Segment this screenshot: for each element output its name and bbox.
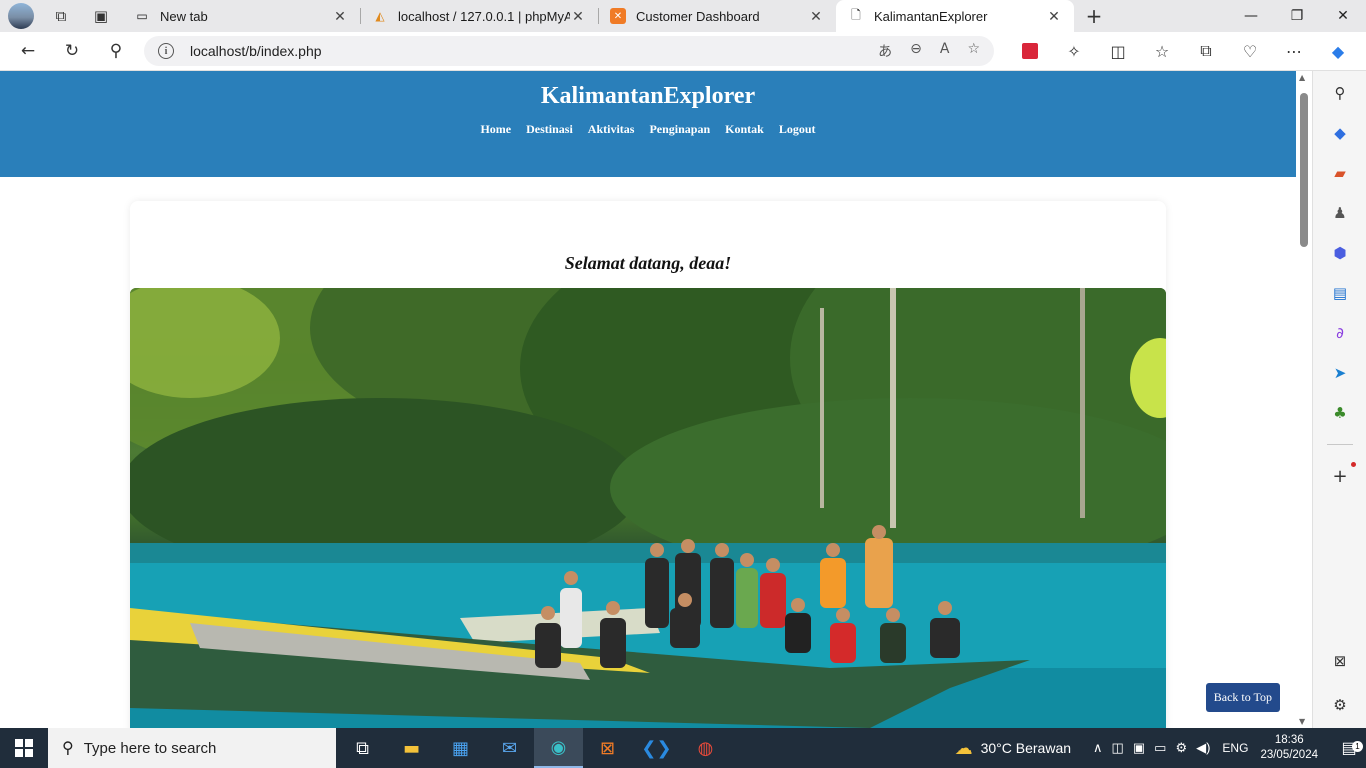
restore-icon[interactable]: ❐ (1274, 0, 1320, 32)
close-icon[interactable]: ✕ (1046, 8, 1062, 25)
vscode-icon[interactable]: ❮❯ (632, 728, 681, 768)
hero-image (130, 288, 1166, 728)
extensions-icon[interactable]: ✧ (1052, 32, 1096, 71)
windows-taskbar: ⚲ Type here to search ⧉ ▬ ▦ ✉ ◉ ⊠ ❮❯ ◍ ☁… (0, 728, 1366, 768)
close-icon[interactable]: ✕ (570, 8, 586, 25)
file-explorer-icon[interactable]: ▬ (387, 728, 436, 768)
hero-illustration (130, 288, 1166, 728)
search-icon: ⚲ (62, 740, 74, 757)
nav-kontak[interactable]: Kontak (725, 122, 764, 137)
scrollbar-thumb[interactable] (1300, 93, 1308, 247)
clock[interactable]: 18:36 23/05/2024 (1260, 733, 1318, 763)
sidebar-divider (1327, 444, 1353, 445)
translate-icon[interactable]: あ (878, 41, 892, 61)
search-icon[interactable]: ⚲ (94, 32, 138, 71)
hide-sidebar-icon[interactable]: ⊠ (1330, 651, 1350, 671)
shopping-tag-icon[interactable]: ◆ (1330, 123, 1350, 143)
favorite-star-icon[interactable]: ☆ (967, 41, 980, 61)
tab-customer-dashboard[interactable]: ✕ Customer Dashboard ✕ (598, 0, 836, 32)
back-to-top-button[interactable]: Back to Top (1205, 683, 1280, 712)
taskbar-search-box[interactable]: ⚲ Type here to search (48, 728, 336, 768)
sidebar-search-icon[interactable]: ⚲ (1330, 83, 1350, 103)
notification-center-icon[interactable]: ▤ 1 (1332, 738, 1366, 758)
site-nav: Home Destinasi Aktivitas Penginapan Kont… (0, 122, 1296, 137)
scroll-up-arrow-icon[interactable]: ▲ (1299, 73, 1305, 82)
page-icon: 🗋 (851, 7, 861, 22)
show-hidden-icons-icon[interactable]: ∧ (1093, 740, 1103, 756)
site-title: KalimantanExplorer (540, 83, 756, 109)
address-bar: ← ↻ ⚲ i localhost/b/index.php あ ⊖ A ☆ ✧ … (0, 32, 1366, 71)
xampp-taskbar-icon[interactable]: ⊠ (583, 728, 632, 768)
display-icon[interactable]: ▣ (1133, 740, 1145, 756)
xampp-icon: ✕ (610, 8, 626, 24)
zoom-out-icon[interactable]: ⊖ (910, 41, 922, 61)
page-viewport: KalimantanExplorer Home Destinasi Aktivi… (0, 71, 1296, 728)
sidebar-settings-icon[interactable]: ⚙ (1330, 695, 1350, 715)
add-sidebar-app-icon[interactable]: + (1330, 466, 1350, 487)
close-icon[interactable]: ✕ (808, 8, 824, 25)
tree-icon[interactable]: ♣ (1330, 403, 1350, 423)
meet-now-icon[interactable]: ◫ (1112, 740, 1124, 756)
refresh-icon[interactable]: ↻ (50, 32, 94, 71)
extension-red-icon[interactable] (1008, 32, 1052, 71)
tab-actions-icon[interactable]: ▣ (88, 3, 114, 29)
minimize-icon[interactable]: — (1228, 0, 1274, 32)
site-header: KalimantanExplorer Home Destinasi Aktivi… (0, 71, 1296, 177)
welcome-card: Selamat datang, deaa! (130, 201, 1166, 728)
tools-icon[interactable]: ▰ (1330, 163, 1350, 183)
nav-penginapan[interactable]: Penginapan (649, 122, 710, 137)
window-close-icon[interactable]: ✕ (1320, 0, 1366, 32)
copilot-icon[interactable]: ◆ (1316, 32, 1360, 71)
profile-avatar[interactable] (8, 3, 34, 29)
telegram-icon[interactable]: ➤ (1330, 363, 1350, 383)
tab-new-tab[interactable]: ▭ New tab ✕ (122, 0, 360, 32)
tab-phpmyadmin[interactable]: ◭ localhost / 127.0.0.1 | phpMyAdmin ✕ (360, 0, 598, 32)
browser-tab-bar: ⧉ ▣ ▭ New tab ✕ ◭ localhost / 127.0.0.1 … (0, 0, 1366, 32)
notification-count-badge: 1 (1352, 741, 1363, 752)
language-indicator[interactable]: ENG (1222, 741, 1248, 755)
favorites-icon[interactable]: ☆ (1140, 32, 1184, 71)
new-tab-icon: ▭ (136, 9, 148, 23)
outlook-icon[interactable]: ▤ (1330, 283, 1350, 303)
designer-icon[interactable]: ∂ (1330, 323, 1350, 343)
mail-icon[interactable]: ✉ (485, 728, 534, 768)
start-button[interactable] (0, 728, 48, 768)
collections-toolbar-icon[interactable]: ⧉ (1184, 32, 1228, 71)
scroll-down-arrow-icon[interactable]: ▼ (1299, 717, 1305, 726)
new-tab-button[interactable]: + (1074, 0, 1114, 32)
microsoft-store-icon[interactable]: ▦ (436, 728, 485, 768)
games-icon[interactable]: ♟ (1330, 203, 1350, 223)
close-icon[interactable]: ✕ (332, 8, 348, 25)
collections-icon[interactable]: ⧉ (48, 3, 74, 29)
battery-icon[interactable]: ▭ (1154, 740, 1166, 756)
split-screen-icon[interactable]: ◫ (1096, 32, 1140, 71)
page-scrollbar[interactable]: ▲ ▼ (1296, 71, 1312, 728)
url-field[interactable]: i localhost/b/index.php あ ⊖ A ☆ (144, 36, 994, 66)
nav-home[interactable]: Home (480, 122, 511, 137)
more-options-icon[interactable]: ⋯ (1272, 32, 1316, 71)
chrome-icon[interactable]: ◍ (681, 728, 730, 768)
edge-icon[interactable]: ◉ (534, 728, 583, 768)
nav-destinasi[interactable]: Destinasi (526, 122, 573, 137)
microsoft-365-icon[interactable]: ⬢ (1330, 243, 1350, 263)
windows-logo-icon (15, 739, 33, 757)
browser-essentials-icon[interactable]: ♡ (1228, 32, 1272, 71)
read-aloud-icon[interactable]: A (940, 41, 950, 61)
cloud-sun-icon: ☁ (954, 737, 973, 758)
edge-sidebar: ⚲ ◆ ▰ ♟ ⬢ ▤ ∂ ➤ ♣ + ⊠ ⚙ (1312, 71, 1366, 728)
tab-kalimantanexplorer[interactable]: 🗋 KalimantanExplorer ✕ (836, 0, 1074, 32)
site-info-icon[interactable]: i (158, 43, 174, 59)
phpmyadmin-icon: ◭ (375, 9, 385, 23)
volume-icon[interactable]: ◀) (1196, 740, 1210, 756)
weather-widget[interactable]: ☁ 30°C Berawan (955, 738, 1071, 759)
task-view-icon[interactable]: ⧉ (338, 728, 387, 768)
welcome-message: Selamat datang, deaa! (564, 253, 732, 273)
back-icon[interactable]: ← (6, 32, 50, 71)
nav-logout[interactable]: Logout (779, 122, 816, 137)
notification-dot (1351, 462, 1356, 467)
nav-aktivitas[interactable]: Aktivitas (588, 122, 635, 137)
network-icon[interactable]: ⚙ (1175, 740, 1187, 756)
